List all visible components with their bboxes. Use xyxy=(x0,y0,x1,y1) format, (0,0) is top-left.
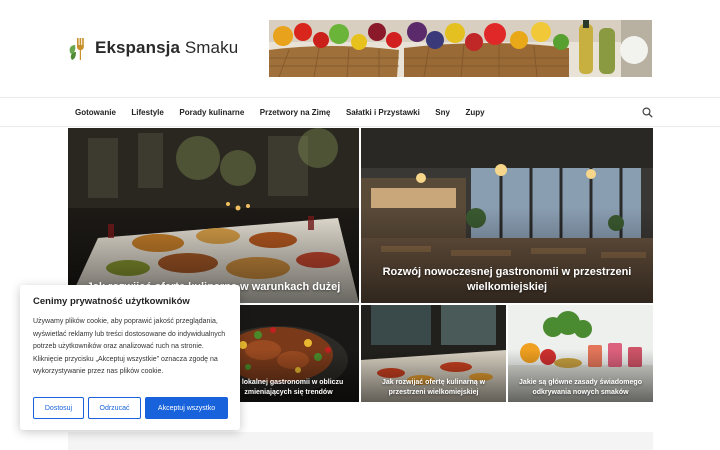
fork-leaf-icon xyxy=(69,38,84,60)
customize-button[interactable]: Dostosuj xyxy=(33,397,84,419)
post-card[interactable]: Jakie są główne zasady świadomego odkryw… xyxy=(508,305,653,402)
accept-all-button[interactable]: Akceptuj wszystko xyxy=(145,397,228,419)
cookie-title: Cenimy prywatność użytkowników xyxy=(33,296,190,307)
content-strip xyxy=(68,432,653,450)
nav-item-salatki-i-przystawki[interactable]: Sałatki i Przystawki xyxy=(346,108,420,117)
site-logo[interactable]: Ekspansja Smaku xyxy=(67,34,238,62)
nav-item-zupy[interactable]: Zupy xyxy=(465,108,484,117)
header-banner-image[interactable] xyxy=(269,20,652,77)
post-title[interactable]: Jakie są główne zasady świadomego odkryw… xyxy=(518,378,643,397)
nav-list: Gotowanie Lifestyle Porady kulinarne Prz… xyxy=(75,98,500,126)
nav-item-porady-kulinarne[interactable]: Porady kulinarne xyxy=(179,108,244,117)
nav-item-przetwory-na-zime[interactable]: Przetwory na Zimę xyxy=(260,108,331,117)
featured-post-card[interactable]: Rozwój nowoczesnej gastronomii w przestr… xyxy=(361,128,653,303)
post-title[interactable]: Jak rozwijać ofertę kulinarną w przestrz… xyxy=(371,378,496,397)
featured-post-title[interactable]: Rozwój nowoczesnej gastronomii w przestr… xyxy=(371,265,643,294)
nav-item-sny[interactable]: Sny xyxy=(435,108,450,117)
reject-button[interactable]: Odrzucać xyxy=(88,397,141,419)
post-title[interactable]: ój lokalnej gastronomii w obliczu zmieni… xyxy=(228,378,349,397)
site-header: Ekspansja Smaku xyxy=(0,0,720,97)
site-name: Ekspansja Smaku xyxy=(95,38,238,58)
featured-post-card[interactable]: Jak rozwijać ofertę kulinarną w warunkac… xyxy=(68,128,359,303)
cookie-buttons: Dostosuj Odrzucać Akceptuj wszystko xyxy=(33,397,228,419)
vegetable-basket-image xyxy=(269,20,652,77)
site-name-light: Smaku xyxy=(184,38,239,57)
site-name-bold: Ekspansja xyxy=(95,38,181,57)
nav-item-gotowanie[interactable]: Gotowanie xyxy=(75,108,116,117)
post-card[interactable]: Jak rozwijać ofertę kulinarną w przestrz… xyxy=(361,305,506,402)
main-nav: Gotowanie Lifestyle Porady kulinarne Prz… xyxy=(0,97,720,127)
search-icon[interactable] xyxy=(642,107,653,118)
nav-item-lifestyle[interactable]: Lifestyle xyxy=(131,108,163,117)
cookie-consent-banner: Cenimy prywatność użytkowników Używamy p… xyxy=(20,285,240,430)
cookie-text: Używamy plików cookie, aby poprawić jako… xyxy=(33,318,226,376)
